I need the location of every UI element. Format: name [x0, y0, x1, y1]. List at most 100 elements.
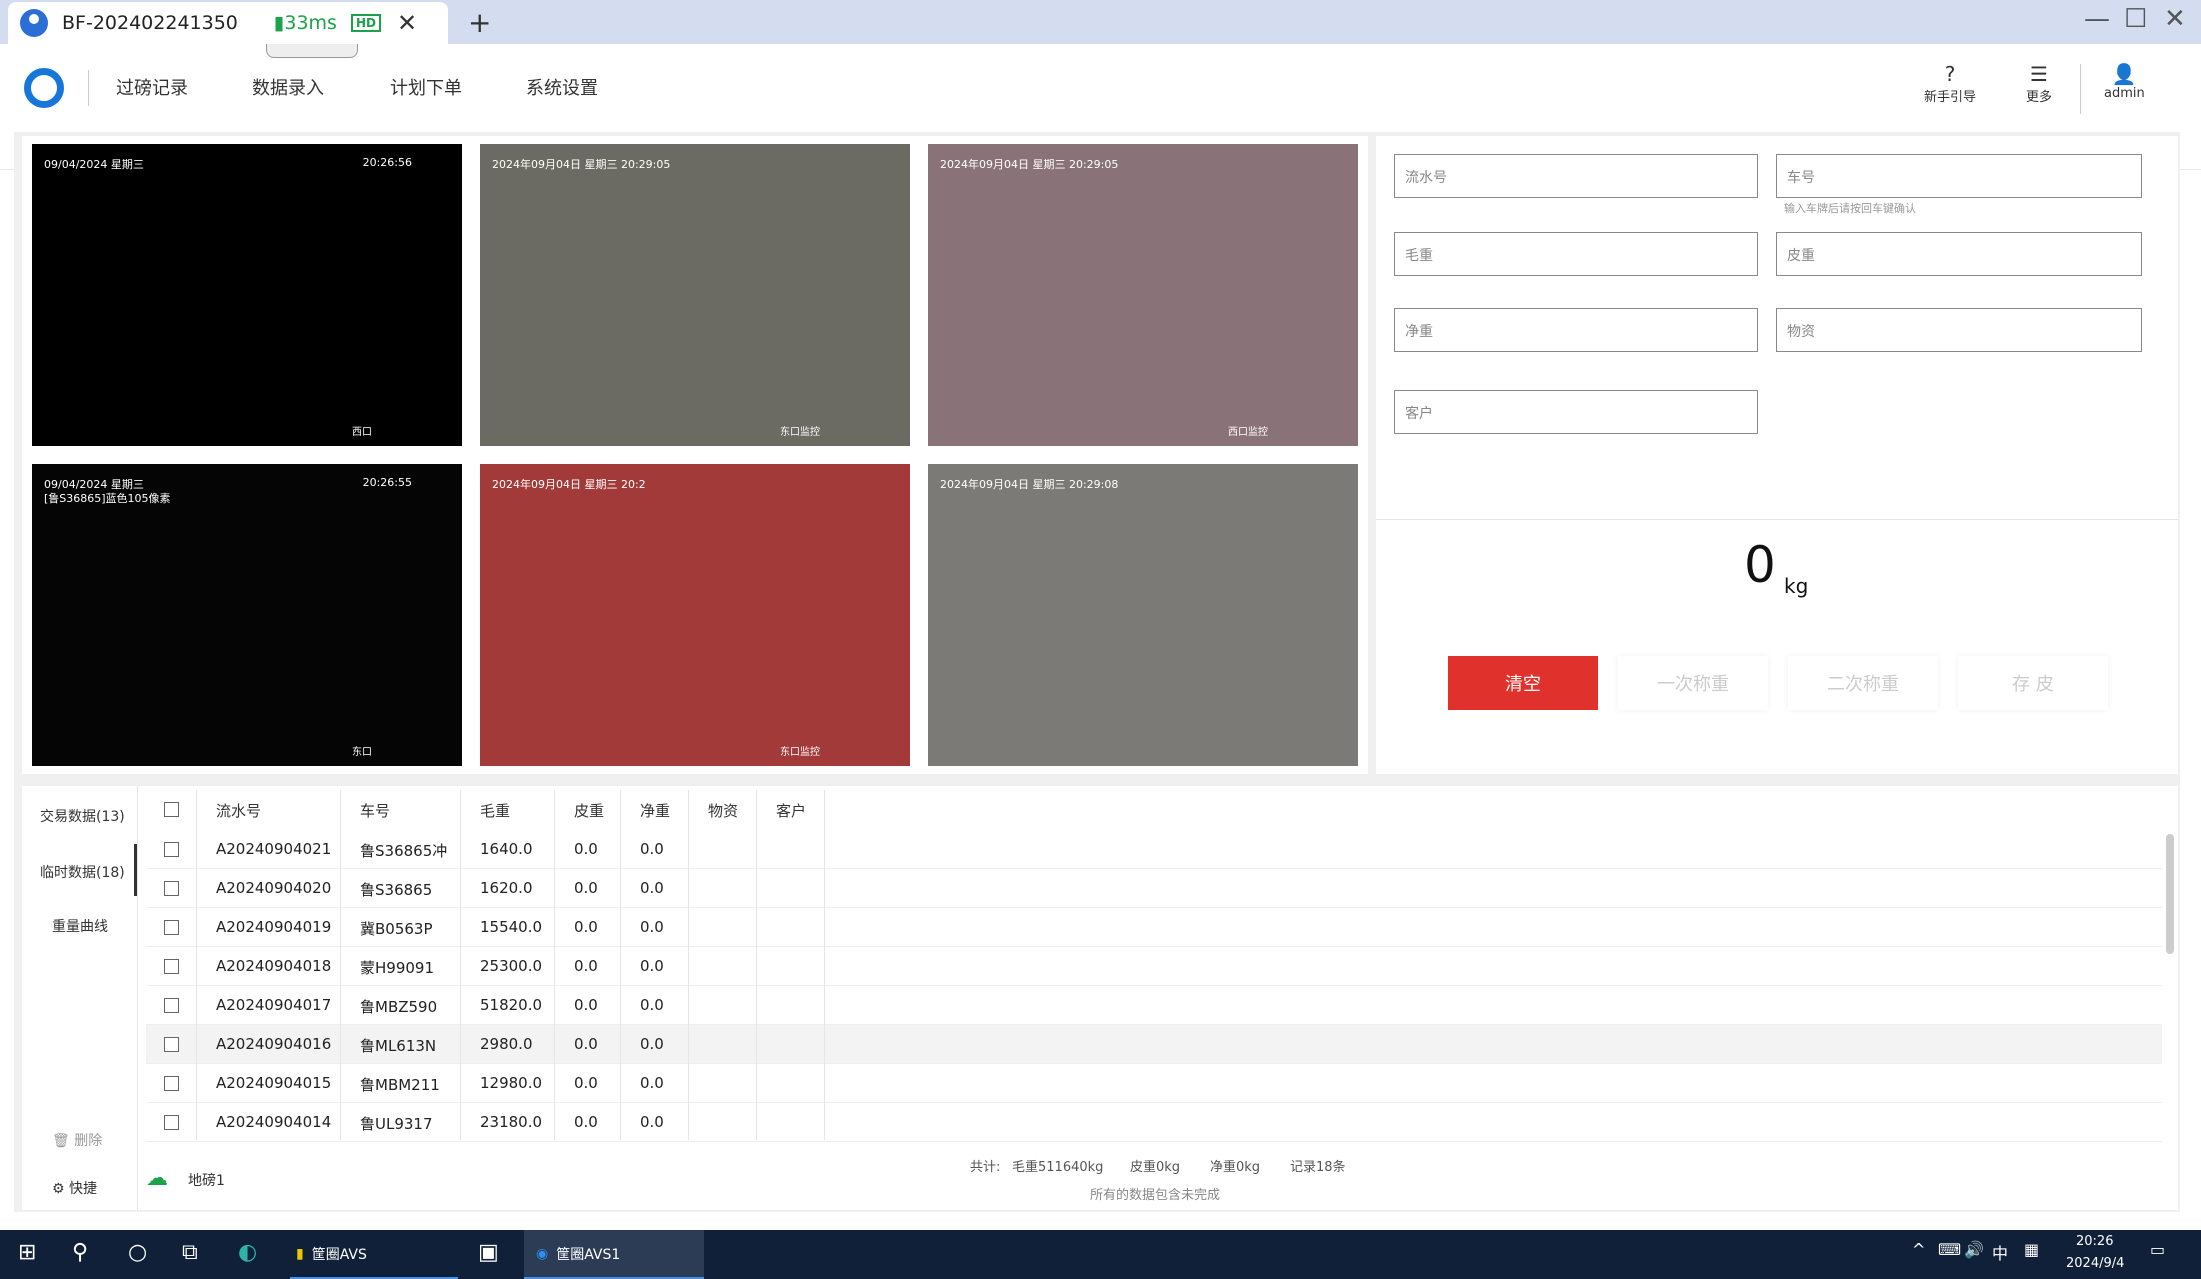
table-scrollbar[interactable] — [2166, 834, 2174, 954]
close-window-icon[interactable]: ✕ — [2164, 4, 2186, 34]
header-tare[interactable]: 皮重 — [574, 790, 604, 830]
row-checkbox[interactable] — [164, 842, 179, 857]
camera-feed[interactable]: 2024年09月04日 星期三 20:2 东口监控 — [480, 464, 910, 766]
row-checkbox[interactable] — [164, 881, 179, 896]
table-cell: A20240904018 — [216, 957, 332, 975]
taskbar-app-1[interactable]: ▮ 筐圈AVS — [290, 1230, 458, 1279]
sidebar-item-curve[interactable]: 重量曲线 — [52, 916, 108, 936]
form-divider — [1376, 519, 2178, 520]
camera-feed[interactable]: 09/04/2024 星期三 20:26:56 西口 — [32, 144, 462, 446]
volume-icon[interactable]: 🔊 — [1964, 1240, 1984, 1259]
table-row[interactable]: A20240904017 鲁MBZ590 51820.0 0.0 0.0 — [146, 986, 2162, 1025]
list-icon: ☰ — [2030, 62, 2048, 86]
select-all-checkbox[interactable] — [164, 802, 179, 817]
maximize-icon[interactable]: ☐ — [2124, 4, 2147, 34]
new-tab-button[interactable]: + — [468, 6, 491, 39]
nav-item-settings[interactable]: 系统设置 — [526, 74, 598, 100]
tare-field[interactable]: 皮重 — [1776, 232, 2142, 276]
tray-chevron-icon[interactable]: ^ — [1912, 1240, 1925, 1259]
goods-field[interactable]: 物资 — [1776, 308, 2142, 352]
ime-indicator[interactable]: 中 — [1992, 1240, 2008, 1264]
task-view-icon[interactable]: ⧉ — [182, 1240, 198, 1265]
cortana-icon[interactable]: ○ — [128, 1240, 147, 1265]
first-weigh-button[interactable]: 一次称重 — [1618, 656, 1768, 710]
table-cell: 冀B0563P — [360, 920, 433, 938]
trash-icon: 🗑 — [52, 1133, 70, 1149]
camera-label: 西口监控 — [1228, 427, 1268, 438]
taskbar-app-2-label: 筐圈AVS1 — [556, 1246, 621, 1263]
table-cell: 0.0 — [640, 996, 664, 1014]
network-icon[interactable]: ⌨ — [1938, 1240, 1961, 1259]
camera-timestamp: 2024年09月04日 星期三 20:2 — [492, 478, 646, 491]
camera-feed[interactable]: 2024年09月04日 星期三 20:29:08 — [928, 464, 1358, 766]
row-checkbox[interactable] — [164, 1037, 179, 1052]
table-cell: 0.0 — [640, 957, 664, 975]
row-checkbox[interactable] — [164, 920, 179, 935]
camera-feed[interactable]: 09/04/2024 星期三 [鲁S36865]蓝色105像素 20:26:55 东口 — [32, 464, 462, 766]
row-checkbox[interactable] — [164, 998, 179, 1013]
table-row[interactable]: A20240904016 鲁ML613N 2980.0 0.0 0.0 — [146, 1025, 2162, 1064]
table-row[interactable]: A20240904020 鲁S36865 1620.0 0.0 0.0 — [146, 869, 2162, 908]
camera-label: 东口 — [352, 747, 372, 758]
windows-start-icon[interactable]: ⊞ — [18, 1240, 36, 1265]
minimize-icon[interactable]: — — [2084, 4, 2110, 34]
header-gross[interactable]: 毛重 — [480, 790, 510, 830]
table-row[interactable]: A20240904021 鲁S36865冲 1640.0 0.0 0.0 — [146, 830, 2162, 869]
nav-item-plan[interactable]: 计划下单 — [390, 74, 462, 100]
total-net: 净重0kg — [1210, 1160, 1261, 1175]
sidebar-item-trade[interactable]: 交易数据(13) — [40, 806, 125, 826]
store-icon[interactable]: ▣ — [478, 1240, 499, 1265]
user-label: admin — [2104, 86, 2145, 101]
header-net[interactable]: 净重 — [640, 790, 670, 830]
table-row[interactable]: A20240904018 蒙H99091 25300.0 0.0 0.0 — [146, 947, 2162, 986]
table-row[interactable]: A20240904015 鲁MBM211 12980.0 0.0 0.0 — [146, 1064, 2162, 1103]
header-plate[interactable]: 车号 — [360, 790, 390, 830]
table-cell: 0.0 — [574, 1113, 598, 1131]
table-cell: 0.0 — [640, 840, 664, 858]
table-cell: 15540.0 — [480, 918, 543, 936]
clear-button[interactable]: 清空 — [1448, 656, 1598, 710]
taskbar-app-2[interactable]: ◉ 筐圈AVS1 — [524, 1230, 704, 1279]
table-cell: 0.0 — [574, 996, 598, 1014]
second-weigh-button[interactable]: 二次称重 — [1788, 656, 1938, 710]
table-row[interactable]: A20240904014 鲁UL9317 23180.0 0.0 0.0 — [146, 1103, 2162, 1142]
table-row[interactable]: A20240904019 冀B0563P 15540.0 0.0 0.0 — [146, 908, 2162, 947]
shortcut-button[interactable]: ⚙ 快捷 — [52, 1178, 97, 1198]
nav-item-records[interactable]: 过磅记录 — [116, 74, 188, 100]
row-checkbox[interactable] — [164, 959, 179, 974]
camera-time: 20:26:55 — [362, 476, 412, 489]
table-cell: 0.0 — [574, 918, 598, 936]
close-tab-icon[interactable]: ✕ — [397, 9, 417, 37]
net-field[interactable]: 净重 — [1394, 308, 1758, 352]
calendar-icon[interactable]: ▦ — [2024, 1240, 2039, 1259]
header-goods[interactable]: 物资 — [708, 790, 738, 830]
browser-tab[interactable]: BF-202402241350 ▮33ms HD ✕ — [8, 2, 448, 44]
drag-handle[interactable] — [266, 44, 358, 58]
table-cell: 0.0 — [574, 957, 598, 975]
table-cell: 0.0 — [574, 879, 598, 897]
edge-icon[interactable]: ◐ — [238, 1240, 257, 1265]
row-checkbox[interactable] — [164, 1076, 179, 1091]
gross-field[interactable]: 毛重 — [1394, 232, 1758, 276]
help-button[interactable]: ? 新手引导 — [1924, 62, 1976, 105]
header-serial[interactable]: 流水号 — [216, 790, 261, 830]
plate-field[interactable]: 车号 — [1776, 154, 2142, 198]
sidebar-item-temp[interactable]: 临时数据(18) — [40, 862, 125, 882]
camera-timestamp: 09/04/2024 星期三 — [44, 158, 144, 171]
row-checkbox[interactable] — [164, 1115, 179, 1130]
header-customer[interactable]: 客户 — [776, 790, 806, 830]
save-tare-button[interactable]: 存 皮 — [1958, 656, 2108, 710]
notification-icon[interactable]: ▭ — [2150, 1240, 2165, 1259]
camera-feed[interactable]: 2024年09月04日 星期三 20:29:05 东口监控 — [480, 144, 910, 446]
nav-item-entry[interactable]: 数据录入 — [252, 74, 324, 100]
delete-button[interactable]: 🗑 删除 — [52, 1130, 102, 1150]
search-icon[interactable]: ⚲ — [72, 1240, 88, 1265]
serial-field[interactable]: 流水号 — [1394, 154, 1758, 198]
table-cell: 25300.0 — [480, 957, 543, 975]
table-cell: 12980.0 — [480, 1074, 543, 1092]
customer-field[interactable]: 客户 — [1394, 390, 1758, 434]
more-button[interactable]: ☰ 更多 — [2026, 62, 2052, 105]
sidebar-active-indicator — [134, 844, 137, 896]
user-button[interactable]: 👤 admin — [2104, 62, 2145, 101]
camera-feed[interactable]: 2024年09月04日 星期三 20:29:05 西口监控 — [928, 144, 1358, 446]
